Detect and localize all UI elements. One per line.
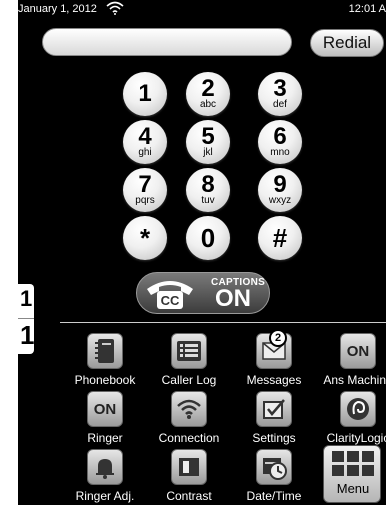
wifi-icon: [106, 1, 124, 18]
app-ringer[interactable]: ON Ringer: [60, 391, 150, 447]
contrast-icon: [171, 449, 207, 485]
key-hash[interactable]: #: [258, 216, 302, 260]
key-digit: 9: [273, 171, 287, 198]
key-digit: #: [272, 223, 288, 253]
key-4[interactable]: 4 ghi: [123, 120, 167, 164]
key-digit: 3: [273, 75, 287, 102]
menu-label: Menu: [336, 481, 370, 496]
app-label: Ringer: [87, 431, 123, 445]
redial-button[interactable]: Redial: [310, 29, 384, 57]
line-indicator-top: 1: [20, 286, 33, 311]
key-9[interactable]: 9 wxyz: [258, 168, 302, 212]
key-6[interactable]: 6 mno: [258, 120, 302, 164]
app-label: Messages: [246, 373, 302, 387]
calendar-clock-icon: [256, 449, 292, 485]
key-digit: 2: [201, 75, 215, 102]
key-letters: tuv: [201, 195, 215, 206]
key-3[interactable]: 3 def: [258, 72, 302, 116]
app-claritylogic[interactable]: ClarityLogic: [313, 391, 386, 447]
key-0[interactable]: 0: [186, 216, 230, 260]
line-indicator-bottom: 1: [20, 320, 35, 350]
key-digit: 8: [201, 171, 215, 198]
app-label: Settings: [252, 431, 296, 445]
bell-icon: [87, 449, 123, 485]
key-letters: def: [273, 99, 287, 110]
wifi-icon: [171, 391, 207, 427]
phonebook-icon: [87, 333, 123, 369]
line-indicator-tab[interactable]: 1 1: [18, 284, 34, 354]
key-digit: 5: [201, 123, 215, 150]
captions-state: ON: [215, 285, 251, 312]
messages-count-badge: 2: [269, 329, 287, 347]
cc-label: CC: [161, 293, 180, 308]
on-text: ON: [93, 400, 117, 418]
key-letters: mno: [270, 147, 290, 158]
key-7[interactable]: 7 pqrs: [123, 168, 167, 212]
app-label: Ans Machine: [323, 373, 386, 387]
app-label: ClarityLogic: [326, 431, 386, 445]
captions-toggle-button[interactable]: CC CAPTIONS ON: [136, 272, 270, 314]
status-bar: January 1, 2012 12:01 A: [18, 0, 386, 18]
cc-phone-icon: CC: [147, 281, 193, 309]
app-label: Connection: [158, 431, 220, 445]
ear-icon: [340, 391, 376, 427]
key-digit: 7: [138, 171, 152, 198]
app-ringer-adj[interactable]: Ringer Adj.: [60, 449, 150, 505]
phone-screen: January 1, 2012 12:01 A Redial 1 2 abc 3…: [18, 0, 386, 505]
app-ans-machine[interactable]: ON Ans Machine: [313, 333, 386, 389]
key-digit: 6: [273, 123, 287, 150]
app-label: Phonebook: [74, 373, 136, 387]
app-label: Ringer Adj.: [75, 489, 135, 503]
key-1[interactable]: 1: [123, 72, 167, 116]
app-label: Date/Time: [246, 489, 302, 503]
key-digit: 4: [138, 123, 152, 150]
key-2[interactable]: 2 abc: [186, 72, 230, 116]
divider-line: [60, 322, 386, 323]
key-letters: pqrs: [135, 195, 155, 206]
checkbox-icon: [256, 391, 292, 427]
key-digit: 0: [200, 223, 216, 253]
key-digit: *: [139, 223, 151, 253]
list-icon: [171, 333, 207, 369]
key-letters: ghi: [138, 147, 152, 158]
status-date: January 1, 2012: [18, 3, 97, 15]
grid-icon: [332, 451, 374, 476]
status-time: 12:01 A: [348, 3, 386, 15]
app-messages[interactable]: 2 Messages: [229, 329, 319, 389]
dial-number-field[interactable]: [42, 28, 292, 56]
key-letters: jkl: [203, 147, 213, 158]
key-5[interactable]: 5 jkl: [186, 120, 230, 164]
app-contrast[interactable]: Contrast: [144, 449, 234, 505]
on-text: ON: [346, 342, 370, 360]
on-icon: ON: [340, 333, 376, 369]
app-label: Caller Log: [161, 373, 217, 387]
on-icon: ON: [87, 391, 123, 427]
app-connection[interactable]: Connection: [144, 391, 234, 447]
app-date-time[interactable]: Date/Time: [229, 449, 319, 505]
key-letters: wxyz: [268, 195, 292, 206]
key-letters: abc: [199, 99, 217, 110]
app-phonebook[interactable]: Phonebook: [60, 333, 150, 389]
key-8[interactable]: 8 tuv: [186, 168, 230, 212]
line-indicator-divider: [18, 318, 34, 319]
app-settings[interactable]: Settings: [229, 391, 319, 447]
key-digit: 1: [138, 80, 152, 107]
menu-button[interactable]: Menu: [323, 445, 381, 503]
key-star[interactable]: *: [123, 216, 167, 260]
app-caller-log[interactable]: Caller Log: [144, 333, 234, 389]
app-label: Contrast: [166, 489, 212, 503]
